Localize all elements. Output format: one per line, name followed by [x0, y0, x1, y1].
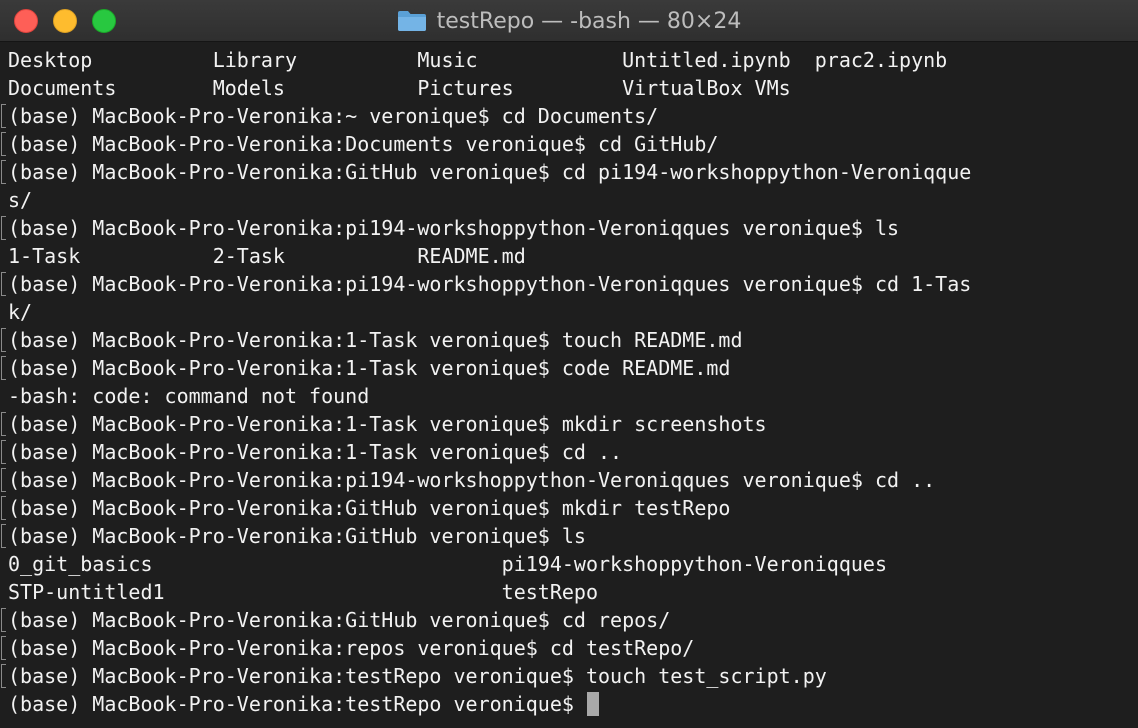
command-mark	[1, 356, 6, 380]
command-mark	[1, 664, 6, 688]
prompt-line[interactable]: (base) MacBook-Pro-Veronika:testRepo ver…	[0, 690, 1138, 718]
line-text: 0_git_basics pi194-workshoppython-Veroni…	[8, 552, 887, 576]
line-text: Desktop Library Music Untitled.ipynb pra…	[8, 48, 948, 72]
terminal-line: Desktop Library Music Untitled.ipynb pra…	[0, 46, 1138, 74]
terminal-line: -bash: code: command not found	[0, 382, 1138, 410]
terminal-line: Documents Models Pictures VirtualBox VMs	[0, 74, 1138, 102]
line-text: (base) MacBook-Pro-Veronika:GitHub veron…	[8, 160, 972, 184]
terminal-line: STP-untitled1 testRepo	[0, 578, 1138, 606]
line-text: STP-untitled1 testRepo	[8, 580, 599, 604]
line-text: (base) MacBook-Pro-Veronika:1-Task veron…	[8, 328, 743, 352]
command-mark	[1, 160, 6, 184]
command-mark	[1, 496, 6, 520]
line-text: (base) MacBook-Pro-Veronika:1-Task veron…	[8, 412, 767, 436]
line-text: 1-Task 2-Task README.md	[8, 244, 526, 268]
line-text: s/	[8, 188, 33, 212]
terminal-line: (base) MacBook-Pro-Veronika:GitHub veron…	[0, 494, 1138, 522]
command-mark	[1, 608, 6, 632]
terminal-line: (base) MacBook-Pro-Veronika:GitHub veron…	[0, 606, 1138, 634]
terminal-line: (base) MacBook-Pro-Veronika:1-Task veron…	[0, 438, 1138, 466]
line-text: (base) MacBook-Pro-Veronika:pi194-worksh…	[8, 216, 900, 240]
terminal-line: (base) MacBook-Pro-Veronika:pi194-worksh…	[0, 214, 1138, 242]
line-text: Documents Models Pictures VirtualBox VMs	[8, 76, 791, 100]
terminal-line: (base) MacBook-Pro-Veronika:repos veroni…	[0, 634, 1138, 662]
terminal-line: 1-Task 2-Task README.md	[0, 242, 1138, 270]
terminal-window: testRepo — -bash — 80×24 Desktop Library…	[0, 0, 1138, 728]
window-title: testRepo — -bash — 80×24	[436, 8, 742, 34]
terminal-line: k/	[0, 298, 1138, 326]
terminal-line: (base) MacBook-Pro-Veronika:1-Task veron…	[0, 354, 1138, 382]
command-mark	[1, 636, 6, 660]
line-text: (base) MacBook-Pro-Veronika:repos veroni…	[8, 636, 695, 660]
terminal-line: (base) MacBook-Pro-Veronika:Documents ve…	[0, 130, 1138, 158]
command-mark	[1, 468, 6, 492]
title-bar[interactable]: testRepo — -bash — 80×24	[0, 0, 1138, 42]
command-mark	[1, 132, 6, 156]
command-mark	[1, 524, 6, 548]
command-mark	[1, 328, 6, 352]
line-text: (base) MacBook-Pro-Veronika:1-Task veron…	[8, 440, 623, 464]
command-mark	[1, 216, 6, 240]
line-text: (base) MacBook-Pro-Veronika:GitHub veron…	[8, 524, 586, 548]
terminal-line: (base) MacBook-Pro-Veronika:testRepo ver…	[0, 662, 1138, 690]
command-mark	[1, 272, 6, 296]
terminal-line: (base) MacBook-Pro-Veronika:1-Task veron…	[0, 326, 1138, 354]
terminal-line: (base) MacBook-Pro-Veronika:~ veronique$…	[0, 102, 1138, 130]
command-mark	[1, 104, 6, 128]
text-cursor	[586, 692, 599, 716]
terminal-line: s/	[0, 186, 1138, 214]
line-text: (base) MacBook-Pro-Veronika:GitHub veron…	[8, 608, 671, 632]
terminal-line: (base) MacBook-Pro-Veronika:pi194-worksh…	[0, 270, 1138, 298]
folder-icon	[397, 10, 427, 32]
terminal-line: (base) MacBook-Pro-Veronika:pi194-worksh…	[0, 466, 1138, 494]
line-text: (base) MacBook-Pro-Veronika:Documents ve…	[8, 132, 719, 156]
terminal-line: 0_git_basics pi194-workshoppython-Veroni…	[0, 550, 1138, 578]
command-mark	[1, 440, 6, 464]
line-text: k/	[8, 300, 33, 324]
terminal-line: (base) MacBook-Pro-Veronika:GitHub veron…	[0, 158, 1138, 186]
terminal-line: (base) MacBook-Pro-Veronika:1-Task veron…	[0, 410, 1138, 438]
terminal-output[interactable]: Desktop Library Music Untitled.ipynb pra…	[0, 46, 1138, 728]
terminal-line: (base) MacBook-Pro-Veronika:GitHub veron…	[0, 522, 1138, 550]
line-text: (base) MacBook-Pro-Veronika:GitHub veron…	[8, 496, 731, 520]
command-mark	[1, 412, 6, 436]
line-text: -bash: code: command not found	[8, 384, 370, 408]
line-text: (base) MacBook-Pro-Veronika:pi194-worksh…	[8, 468, 936, 492]
window-title-group: testRepo — -bash — 80×24	[0, 0, 1138, 42]
prompt-text: (base) MacBook-Pro-Veronika:testRepo ver…	[8, 692, 574, 716]
line-text: (base) MacBook-Pro-Veronika:testRepo ver…	[8, 664, 827, 688]
line-text: (base) MacBook-Pro-Veronika:~ veronique$…	[8, 104, 659, 128]
line-text: (base) MacBook-Pro-Veronika:pi194-worksh…	[8, 272, 972, 296]
line-text: (base) MacBook-Pro-Veronika:1-Task veron…	[8, 356, 731, 380]
